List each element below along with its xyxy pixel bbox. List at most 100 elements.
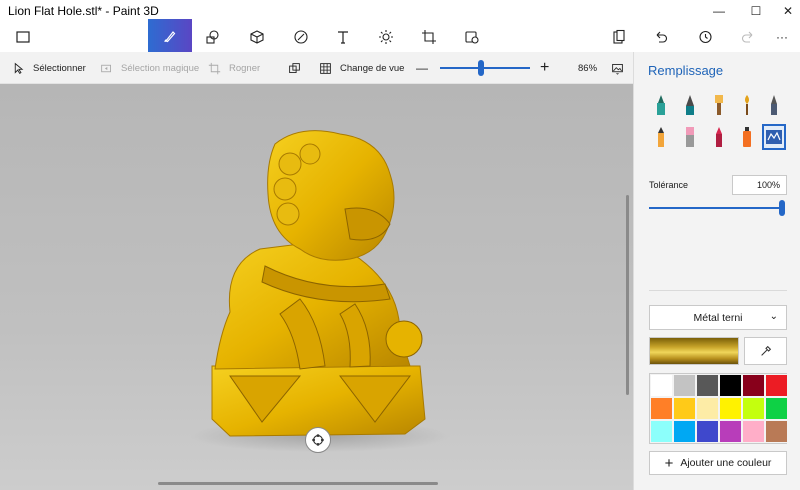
- magic-select-label: Sélection magique: [121, 62, 200, 74]
- redo-button[interactable]: [727, 22, 769, 52]
- palette-swatch[interactable]: [673, 420, 696, 443]
- select-label: Sélectionner: [33, 62, 86, 74]
- add-color-label: Ajouter une couleur: [680, 457, 772, 469]
- zoom-slider-track[interactable]: [440, 67, 530, 69]
- watercolor-brush[interactable]: [735, 92, 759, 118]
- undo-icon: [656, 31, 668, 43]
- fill-bucket-brush[interactable]: [762, 124, 786, 150]
- rotate-handle[interactable]: [305, 427, 331, 453]
- paste-button[interactable]: [598, 22, 640, 52]
- fill-icon: [766, 130, 782, 144]
- calligraphy-pen-icon: [686, 95, 694, 115]
- palette-swatch[interactable]: [650, 397, 673, 420]
- magic-select-button[interactable]: Sélection magique: [100, 52, 199, 84]
- pixel-pen-brush[interactable]: [762, 92, 786, 118]
- text-icon: [338, 31, 348, 44]
- eraser-brush[interactable]: [678, 124, 702, 150]
- marker-icon: [657, 95, 665, 115]
- vertical-scrollbar[interactable]: [626, 195, 629, 395]
- panel-title: Remplissage: [648, 63, 724, 78]
- crop-icon: [208, 62, 221, 74]
- rotate-icon: [312, 434, 324, 446]
- material-value: Métal terni: [693, 311, 743, 324]
- crayon-brush[interactable]: [707, 124, 731, 150]
- zoom-level: 86%: [578, 62, 598, 74]
- effects-icon: [379, 30, 393, 44]
- select-button[interactable]: Sélectionner: [12, 52, 86, 84]
- stickers-icon: [294, 30, 308, 44]
- pixel-pen-icon: [771, 95, 777, 115]
- palette-swatch[interactable]: [673, 374, 696, 397]
- palette-swatch[interactable]: [742, 397, 765, 420]
- spray-can-icon: [743, 127, 751, 147]
- tool-3d-shapes[interactable]: [236, 22, 278, 52]
- tolerance-input[interactable]: 100%: [732, 175, 787, 195]
- maximize-button[interactable]: ☐: [740, 0, 772, 22]
- marker-brush[interactable]: [649, 92, 673, 118]
- zoom-in-button[interactable]: +: [540, 52, 549, 84]
- history-button[interactable]: [684, 22, 726, 52]
- tool-3d-library[interactable]: [451, 22, 493, 52]
- palette-swatch[interactable]: [719, 374, 742, 397]
- image-view-button[interactable]: [611, 52, 632, 84]
- palette-swatch[interactable]: [696, 420, 719, 443]
- fill-panel: Remplissage Tolérance 100% Métal terni ⌄: [633, 52, 800, 490]
- magic-select-icon: [101, 64, 112, 72]
- change-view-button[interactable]: Change de vue: [319, 52, 404, 84]
- main-toolbar: ···: [0, 19, 800, 52]
- minimize-button[interactable]: —: [703, 0, 735, 22]
- tool-text[interactable]: [322, 22, 364, 52]
- tolerance-slider-thumb[interactable]: [779, 200, 785, 216]
- tool-canvas[interactable]: [408, 22, 450, 52]
- 3d-shapes-icon: [250, 30, 264, 44]
- palette-swatch[interactable]: [765, 420, 788, 443]
- tool-brushes[interactable]: [148, 19, 192, 52]
- 3d-view-button[interactable]: [288, 52, 309, 84]
- calligraphy-pen-brush[interactable]: [678, 92, 702, 118]
- close-button[interactable]: ✕: [772, 0, 800, 22]
- palette-swatch[interactable]: [719, 397, 742, 420]
- 3d-library-icon: [465, 31, 479, 44]
- pencil-icon: [658, 127, 664, 147]
- window-title: Lion Flat Hole.stl* - Paint 3D: [8, 4, 159, 18]
- oil-brush-icon: [715, 95, 723, 115]
- palette-swatch[interactable]: [673, 397, 696, 420]
- undo-button[interactable]: [640, 22, 682, 52]
- tolerance-slider-track[interactable]: [649, 207, 782, 209]
- tool-stickers[interactable]: [280, 22, 322, 52]
- tool-effects[interactable]: [365, 22, 407, 52]
- 3d-view-icon: [289, 62, 300, 73]
- horizontal-scrollbar[interactable]: [158, 482, 438, 485]
- more-button[interactable]: ···: [764, 22, 800, 52]
- palette-swatch[interactable]: [696, 374, 719, 397]
- palette-swatch[interactable]: [719, 420, 742, 443]
- grid-icon: [320, 62, 331, 74]
- cursor-icon: [14, 62, 24, 74]
- change-view-label: Change de vue: [340, 62, 405, 74]
- crop-button[interactable]: Rogner: [208, 52, 260, 84]
- oil-brush[interactable]: [707, 92, 731, 118]
- eraser-icon: [686, 127, 694, 147]
- tool-2d-shapes[interactable]: [192, 22, 234, 52]
- palette-swatch[interactable]: [742, 420, 765, 443]
- menu-button[interactable]: [2, 22, 44, 52]
- palette-swatch[interactable]: [650, 374, 673, 397]
- palette-swatch[interactable]: [765, 397, 788, 420]
- pencil-brush[interactable]: [649, 124, 673, 150]
- watercolor-icon: [745, 95, 749, 115]
- zoom-out-button[interactable]: —: [416, 52, 428, 84]
- zoom-slider-thumb[interactable]: [477, 60, 484, 76]
- folder-icon: [16, 31, 30, 43]
- eyedropper-button[interactable]: [744, 337, 787, 365]
- material-dropdown[interactable]: Métal terni ⌄: [649, 305, 787, 330]
- chevron-down-icon: ⌄: [769, 311, 778, 322]
- secondary-toolbar: Sélectionner Sélection magique Rogner Ch…: [0, 52, 633, 84]
- eyedropper-icon: [760, 345, 771, 356]
- palette-swatch[interactable]: [742, 374, 765, 397]
- palette-swatch[interactable]: [650, 420, 673, 443]
- palette-swatch[interactable]: [765, 374, 788, 397]
- palette-swatch[interactable]: [696, 397, 719, 420]
- add-color-button[interactable]: + Ajouter une couleur: [649, 451, 787, 475]
- spray-can-brush[interactable]: [735, 124, 759, 150]
- current-color-swatch[interactable]: [649, 337, 739, 365]
